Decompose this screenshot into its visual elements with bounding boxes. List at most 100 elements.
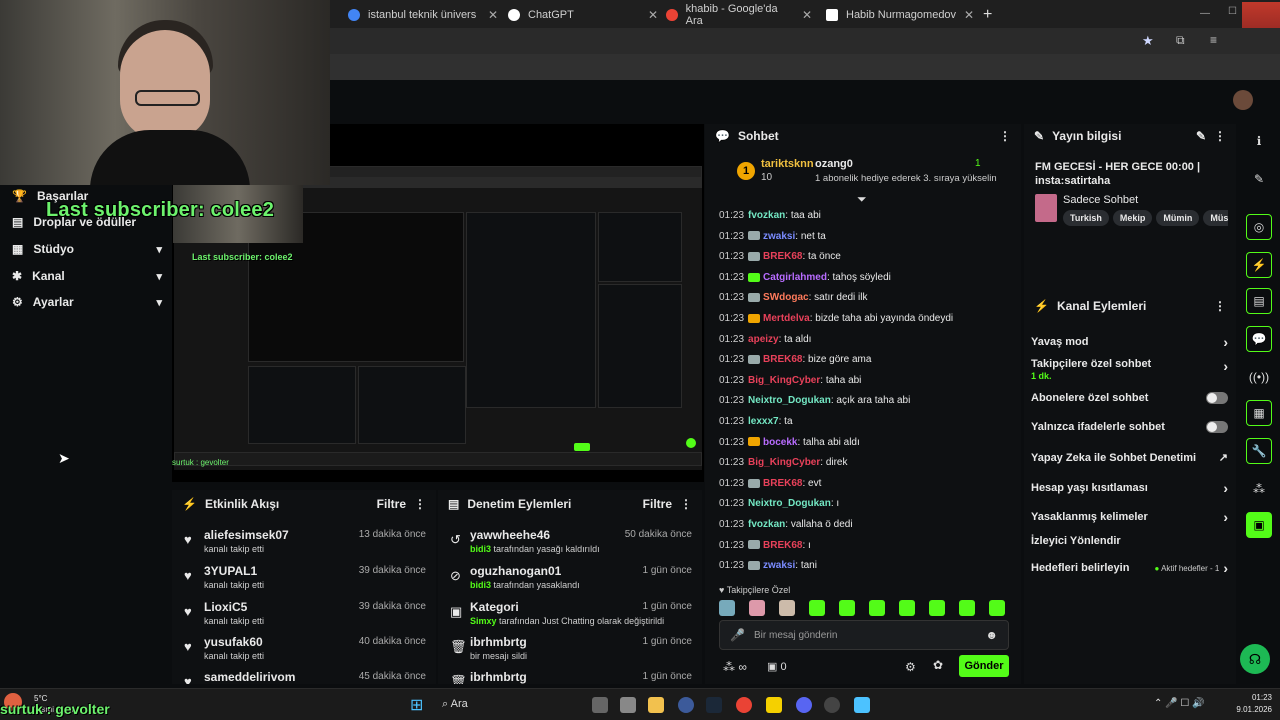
clipboard-icon[interactable]: ▤ — [1246, 288, 1272, 314]
chat-message[interactable]: 01:23 lexxx7: ta — [719, 416, 793, 427]
sidebar-item-studio[interactable]: ▦ Stüdyo ▾ — [12, 242, 162, 256]
emote-icon[interactable] — [779, 600, 795, 616]
discord-icon[interactable] — [796, 697, 812, 713]
tag-chip[interactable]: Mümin — [1156, 210, 1200, 226]
emote-icon[interactable] — [929, 600, 945, 616]
minimize-icon[interactable]: — — [1200, 8, 1210, 19]
broadcast-icon[interactable]: ((•)) — [1246, 364, 1272, 390]
obs-icon[interactable] — [824, 697, 840, 713]
tray-icons[interactable]: ⌃ 🎤 ☐ 🔊 — [1154, 698, 1205, 709]
browser-tab[interactable]: Habib Nurmagomedov - Vikipe ✕ — [826, 4, 974, 26]
pin-icon[interactable]: ⏷ — [857, 192, 867, 207]
chat-message[interactable]: 01:23 Neixtro_Dogukan: açık ara taha abi — [719, 395, 910, 406]
windows-start-icon[interactable]: ⊞ — [410, 695, 423, 715]
close-tab-icon[interactable]: ✕ — [964, 8, 974, 22]
microphone-icon[interactable]: 🎤 — [730, 628, 745, 642]
message-username[interactable]: Mertdelva — [763, 313, 810, 324]
chat-message[interactable]: 01:23 zwaksi: tani — [719, 560, 817, 571]
message-username[interactable]: lexxx7 — [748, 416, 779, 427]
app-icon[interactable]: ▣ — [1246, 512, 1272, 538]
chat-icon[interactable]: 💬 — [1246, 326, 1272, 352]
message-username[interactable]: zwaksi — [763, 560, 795, 571]
message-username[interactable]: Neixtro_Dogukan — [748, 395, 831, 406]
message-username[interactable]: Big_KingCyber — [748, 457, 820, 468]
new-tab-button[interactable]: + — [983, 4, 992, 26]
info-icon[interactable]: ℹ — [1246, 128, 1272, 154]
chat-message[interactable]: 01:23 bocekk: talha abi aldı — [719, 437, 860, 448]
close-tab-icon[interactable]: ✕ — [802, 8, 812, 22]
task-view-icon[interactable] — [592, 697, 608, 713]
more-icon[interactable]: ⋮ — [1214, 129, 1226, 143]
file-explorer-icon[interactable] — [648, 697, 664, 713]
pencil-icon[interactable]: ✎ — [1246, 166, 1272, 192]
list-item[interactable]: ♥ sameddelirivom 45 dakika önce — [172, 670, 436, 684]
list-item[interactable]: ↺ yawwheehe46 bidi3 tarafından yasağı kald… — [438, 528, 702, 564]
tag-chip[interactable]: Mekip — [1112, 210, 1153, 226]
gift-user[interactable]: tariktsknn — [761, 158, 814, 170]
message-username[interactable]: apeizy — [748, 334, 779, 345]
message-username[interactable]: Big_KingCyber — [748, 375, 820, 386]
close-tab-icon[interactable]: ✕ — [488, 8, 498, 22]
emote-icon[interactable] — [959, 600, 975, 616]
chat-message[interactable]: 01:23 BREK68: bize göre ama — [719, 354, 871, 365]
list-item[interactable]: 🗑 ibrhmbrtg 1 gün önce — [438, 670, 702, 684]
send-button[interactable]: Gönder — [959, 655, 1009, 677]
chat-message[interactable]: 01:23 Mertdelva: bizde taha abi yayında ö… — [719, 313, 953, 324]
message-username[interactable]: bocekk — [763, 437, 797, 448]
gift-target[interactable]: ozang0 — [815, 158, 853, 170]
message-username[interactable]: BREK68 — [763, 478, 802, 489]
chat-message[interactable]: 01:23 apeizy: ta aldı — [719, 334, 811, 345]
notes-icon[interactable] — [766, 697, 782, 713]
list-item[interactable]: 🗑 ibrhmbrtg bir mesajı sildi 1 gün önce — [438, 635, 702, 671]
subscribers-only-toggle[interactable] — [1206, 392, 1228, 404]
notepad-icon[interactable] — [854, 697, 870, 713]
subscribers-only-row[interactable]: Abonelere özel sohbet — [1031, 392, 1228, 404]
emote-icon[interactable] — [989, 600, 1005, 616]
chat-message[interactable]: 01:23 fvozkan: taa abi — [719, 210, 821, 221]
message-username[interactable]: Neixtro_Dogukan — [748, 498, 831, 509]
chat-message[interactable]: 01:23 BREK68: evt — [719, 478, 821, 489]
browser-tab[interactable]: istanbul teknik üniversitesi deki ✕ — [348, 4, 498, 26]
emote-icon[interactable] — [719, 600, 735, 616]
emote-icon[interactable] — [899, 600, 915, 616]
settings-icon[interactable]: ⚙ — [905, 660, 916, 674]
chat-message[interactable]: 01:23 Big_KingCyber: taha abi — [719, 375, 861, 386]
camera-icon[interactable]: ◎ — [1246, 214, 1272, 240]
message-username[interactable]: fvozkan — [748, 210, 785, 221]
account-age-row[interactable]: Hesap yaşı kısıtlaması › — [1031, 480, 1228, 496]
list-item[interactable]: ⊘ oguzhanogan01 bidi3 tarafından yasakland… — [438, 564, 702, 600]
emote-icon[interactable] — [809, 600, 825, 616]
chat-input[interactable]: 🎤 Bir mesaj gönderin ☻ — [719, 620, 1009, 650]
emote-bar[interactable] — [719, 600, 1005, 616]
chat-message[interactable]: 01:23 zwaksi: net ta — [719, 231, 826, 242]
emote-icon[interactable] — [869, 600, 885, 616]
message-username[interactable]: zwaksi — [763, 231, 795, 242]
bookmark-star-icon[interactable]: ★ — [1142, 33, 1154, 49]
tag-chip[interactable]: Turkish — [1063, 210, 1109, 226]
list-item[interactable]: ♥ 3YUPAL1 kanalı takip etti 39 dakika önce — [172, 564, 436, 600]
browser-tab[interactable]: ChatGPT ✕ — [508, 4, 658, 26]
chat-message[interactable]: 01:23 Catgirlahmed: tahoş söyledi — [719, 272, 891, 283]
emote-only-toggle[interactable] — [1206, 421, 1228, 433]
community-icon[interactable]: ⁂ — [1246, 476, 1272, 502]
emote-picker-icon[interactable]: ✿ — [933, 658, 943, 672]
list-item[interactable]: ♥ yusufak60 kanalı takip etti 40 dakika önc… — [172, 635, 436, 671]
category-name[interactable]: Sadece Sohbet — [1063, 194, 1138, 206]
extensions-icon[interactable]: ⧉ — [1176, 33, 1185, 48]
message-username[interactable]: BREK68 — [763, 540, 802, 551]
message-username[interactable]: SWdogac — [763, 292, 809, 303]
edit-icon[interactable]: ✎ — [1196, 129, 1206, 143]
app-icon[interactable] — [678, 697, 694, 713]
emote-icon[interactable] — [749, 600, 765, 616]
chrome-icon[interactable] — [736, 697, 752, 713]
ai-moderation-row[interactable]: Yapay Zeka ile Sohbet Denetimi ↗ — [1031, 451, 1228, 465]
message-username[interactable]: Catgirlahmed — [763, 272, 827, 283]
chat-message[interactable]: 01:23 SWdogac: satır dedi ilk — [719, 292, 868, 303]
playlist-icon[interactable]: ≡ — [1210, 33, 1217, 47]
filter-button[interactable]: Filtre — [377, 497, 406, 511]
banned-words-row[interactable]: Yasaklanmış kelimeler › — [1031, 509, 1228, 525]
more-icon[interactable]: ⋮ — [414, 497, 426, 511]
support-icon[interactable]: ☊ — [1240, 644, 1270, 674]
chat-message[interactable]: 01:23 BREK68: ı — [719, 540, 811, 551]
emoji-icon[interactable]: ☻ — [985, 628, 998, 642]
